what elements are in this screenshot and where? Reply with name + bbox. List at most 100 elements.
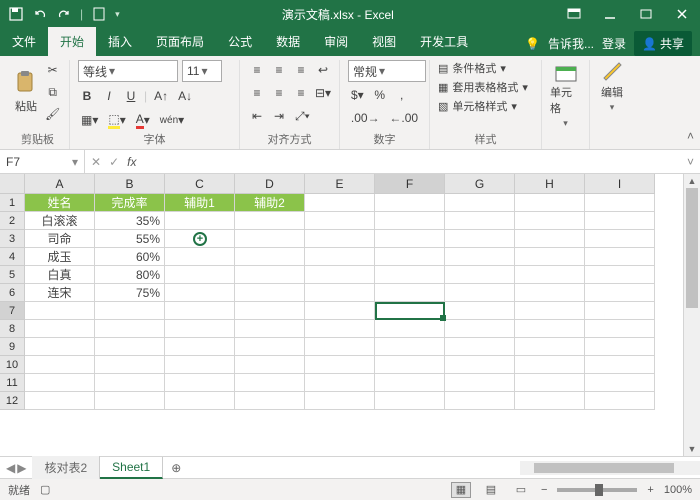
- format-as-table-button[interactable]: ▦ 套用表格格式▾: [438, 79, 533, 95]
- cell-C1[interactable]: 辅助1: [165, 194, 235, 212]
- cell-F8[interactable]: [375, 320, 445, 338]
- col-header-G[interactable]: G: [445, 174, 515, 194]
- maximize-button[interactable]: [628, 0, 664, 28]
- row-header-10[interactable]: 10: [0, 356, 25, 374]
- currency-icon[interactable]: $▾: [348, 85, 367, 105]
- cell-A4[interactable]: 成玉: [25, 248, 95, 266]
- edit-icon[interactable]: [601, 60, 623, 82]
- zoom-out-button[interactable]: −: [541, 484, 547, 496]
- zoom-slider[interactable]: [557, 488, 637, 492]
- cell-G3[interactable]: [445, 230, 515, 248]
- cell-H2[interactable]: [515, 212, 585, 230]
- cell-G11[interactable]: [445, 374, 515, 392]
- border-icon[interactable]: ▦▾: [78, 110, 101, 130]
- cell-E3[interactable]: [305, 230, 375, 248]
- cell-B8[interactable]: [95, 320, 165, 338]
- cell-I1[interactable]: [585, 194, 655, 212]
- sheet-nav-next-icon[interactable]: ▶: [17, 461, 26, 475]
- login-link[interactable]: 登录: [602, 35, 626, 52]
- cell-G2[interactable]: [445, 212, 515, 230]
- tab-data[interactable]: 数据: [264, 27, 312, 56]
- underline-button[interactable]: U: [122, 86, 140, 106]
- row-header-4[interactable]: 4: [0, 248, 25, 266]
- cell-G12[interactable]: [445, 392, 515, 410]
- cell-C12[interactable]: [165, 392, 235, 410]
- cell-styles-button[interactable]: ▧ 单元格样式▾: [438, 98, 533, 114]
- cell-F10[interactable]: [375, 356, 445, 374]
- cell-D10[interactable]: [235, 356, 305, 374]
- col-header-F[interactable]: F: [375, 174, 445, 194]
- align-mid-icon[interactable]: ≡: [270, 60, 288, 80]
- cell-B2[interactable]: 35%: [95, 212, 165, 230]
- cell-D11[interactable]: [235, 374, 305, 392]
- align-bot-icon[interactable]: ≡: [292, 60, 310, 80]
- cell-H9[interactable]: [515, 338, 585, 356]
- cell-H1[interactable]: [515, 194, 585, 212]
- cell-F6[interactable]: [375, 284, 445, 302]
- cell-H12[interactable]: [515, 392, 585, 410]
- tab-review[interactable]: 审阅: [312, 27, 360, 56]
- cell-G1[interactable]: [445, 194, 515, 212]
- enter-icon[interactable]: ✓: [109, 155, 119, 169]
- cell-E11[interactable]: [305, 374, 375, 392]
- cell-B5[interactable]: 80%: [95, 266, 165, 284]
- cells-dropdown[interactable]: 单元格: [550, 84, 581, 116]
- cell-I11[interactable]: [585, 374, 655, 392]
- minimize-button[interactable]: [592, 0, 628, 28]
- col-header-A[interactable]: A: [25, 174, 95, 194]
- cell-F5[interactable]: [375, 266, 445, 284]
- sheet-tab-2[interactable]: Sheet1: [100, 457, 163, 479]
- cell-A6[interactable]: 连宋: [25, 284, 95, 302]
- cell-B12[interactable]: [95, 392, 165, 410]
- col-header-H[interactable]: H: [515, 174, 585, 194]
- vertical-scrollbar[interactable]: ▲ ▼: [683, 174, 700, 456]
- wrap-text-icon[interactable]: ↩: [314, 60, 332, 80]
- cell-F7[interactable]: [375, 302, 445, 320]
- font-color-icon[interactable]: A▾: [133, 110, 153, 130]
- cell-A11[interactable]: [25, 374, 95, 392]
- cell-E6[interactable]: [305, 284, 375, 302]
- cell-C2[interactable]: [165, 212, 235, 230]
- indent-dec-icon[interactable]: ⇤: [248, 106, 266, 126]
- cell-E9[interactable]: [305, 338, 375, 356]
- cell-H7[interactable]: [515, 302, 585, 320]
- cell-H11[interactable]: [515, 374, 585, 392]
- col-header-D[interactable]: D: [235, 174, 305, 194]
- cell-A10[interactable]: [25, 356, 95, 374]
- italic-button[interactable]: I: [100, 86, 118, 106]
- cell-B7[interactable]: [95, 302, 165, 320]
- undo-icon[interactable]: [32, 6, 48, 22]
- scroll-down-icon[interactable]: ▼: [684, 442, 700, 456]
- cell-A3[interactable]: 司命: [25, 230, 95, 248]
- tab-file[interactable]: 文件: [0, 27, 48, 56]
- cell-A5[interactable]: 白真: [25, 266, 95, 284]
- cell-A2[interactable]: 白滚滚: [25, 212, 95, 230]
- cell-H4[interactable]: [515, 248, 585, 266]
- shrink-font-icon[interactable]: A↓: [175, 86, 195, 106]
- font-size-combo[interactable]: 11▾: [182, 60, 222, 82]
- row-header-9[interactable]: 9: [0, 338, 25, 356]
- horizontal-scrollbar[interactable]: [520, 461, 700, 475]
- row-header-6[interactable]: 6: [0, 284, 25, 302]
- cell-D5[interactable]: [235, 266, 305, 284]
- cell-F9[interactable]: [375, 338, 445, 356]
- cell-C8[interactable]: [165, 320, 235, 338]
- spreadsheet-grid[interactable]: ABCDEFGHI 123456789101112 姓名完成率辅助1辅助2白滚滚…: [0, 174, 700, 456]
- zoom-in-button[interactable]: +: [647, 484, 653, 496]
- row-header-3[interactable]: 3: [0, 230, 25, 248]
- col-header-B[interactable]: B: [95, 174, 165, 194]
- col-header-I[interactable]: I: [585, 174, 655, 194]
- row-header-2[interactable]: 2: [0, 212, 25, 230]
- cell-C7[interactable]: [165, 302, 235, 320]
- cell-E12[interactable]: [305, 392, 375, 410]
- cell-I8[interactable]: [585, 320, 655, 338]
- ribbon-options-icon[interactable]: [556, 0, 592, 28]
- tab-formulas[interactable]: 公式: [216, 27, 264, 56]
- bold-button[interactable]: B: [78, 86, 96, 106]
- align-right-icon[interactable]: ≡: [292, 83, 310, 103]
- zoom-level[interactable]: 100%: [664, 484, 692, 496]
- tab-page-layout[interactable]: 页面布局: [144, 27, 216, 56]
- tab-view[interactable]: 视图: [360, 27, 408, 56]
- fx-icon[interactable]: fx: [127, 155, 136, 169]
- cell-C10[interactable]: [165, 356, 235, 374]
